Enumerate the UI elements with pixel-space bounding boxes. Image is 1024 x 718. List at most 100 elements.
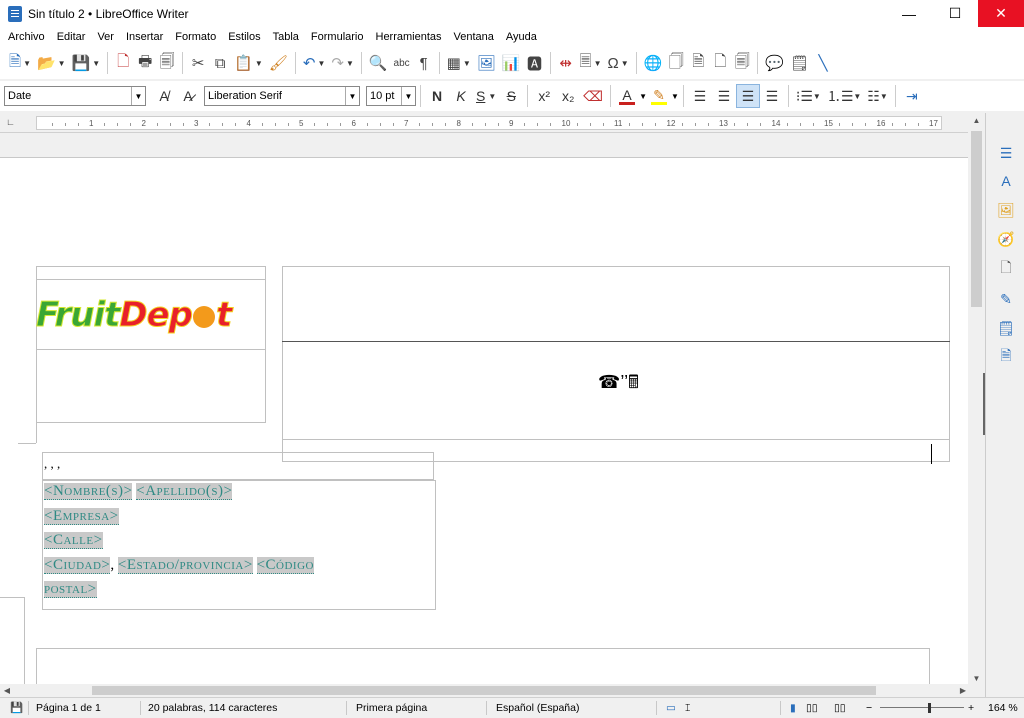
chevron-down-icon[interactable]: ▼ — [671, 92, 679, 101]
align-center-button[interactable]: ☰ — [712, 84, 736, 108]
superscript-button[interactable]: x² — [532, 84, 556, 108]
clear-formatting-button[interactable]: ⌫ — [580, 84, 606, 108]
sidebar-styles-icon[interactable]: A — [996, 171, 1016, 191]
chevron-down-icon[interactable]: ▼ — [131, 87, 145, 105]
field-empresa[interactable]: <Empresa> — [44, 507, 119, 525]
horizontal-scroll-thumb[interactable] — [92, 686, 876, 695]
field-estado[interactable]: <Estado/provincia> — [117, 556, 253, 574]
scroll-up-icon[interactable]: ▲ — [968, 113, 985, 127]
chevron-down-icon[interactable]: ▼ — [345, 87, 359, 105]
insert-endnote-button[interactable]: 🗎 — [687, 50, 709, 76]
field-calle[interactable]: <Calle> — [44, 532, 103, 549]
insert-bookmark-button[interactable]: 🗋 — [709, 50, 731, 76]
ruler-track[interactable]: 1 2 3 4 5 6 7 8 9 10 11 12 13 14 15 16 17 — [36, 116, 942, 130]
highlight-color-button[interactable]: ✎ — [647, 84, 671, 108]
sidebar-properties-icon[interactable]: ☰ — [996, 143, 1016, 163]
sidebar-navigator-icon[interactable]: 🧭 — [996, 229, 1016, 249]
multi-page-view-icon[interactable]: ▯▯ — [806, 698, 818, 718]
scroll-down-icon[interactable]: ▼ — [968, 671, 985, 685]
align-right-button[interactable]: ☰ — [735, 84, 760, 108]
sidebar-inspector-icon[interactable]: 🗎 — [996, 347, 1016, 367]
paragraph-style-select[interactable]: Date ▼ — [4, 86, 146, 106]
zoom-in-button[interactable]: + — [968, 698, 974, 718]
vertical-scroll-thumb[interactable] — [971, 131, 982, 307]
find-replace-button[interactable]: 🔍 — [366, 50, 391, 76]
page-style[interactable]: Primera página — [356, 698, 427, 718]
menu-estilos[interactable]: Estilos — [222, 27, 266, 47]
sidebar-page-icon[interactable]: 🗋 — [996, 259, 1016, 279]
print-preview-button[interactable]: 🗐 — [156, 50, 178, 76]
field-codigo-postal-cont[interactable]: postal> — [44, 581, 97, 598]
open-button[interactable]: 📂 ▼ — [34, 50, 69, 76]
sidebar-design-icon[interactable]: 🗒 — [996, 318, 1016, 338]
tab-stop-selector[interactable]: ∟ — [6, 117, 15, 127]
menu-ver[interactable]: Ver — [91, 27, 120, 47]
formatting-marks-button[interactable]: ¶ — [413, 50, 435, 76]
chevron-down-icon[interactable]: ▼ — [401, 87, 415, 105]
menu-editar[interactable]: Editar — [51, 27, 92, 47]
zoom-out-button[interactable]: − — [866, 698, 872, 718]
text-cursor-icon[interactable]: 𝙸 — [684, 698, 691, 718]
insert-cross-reference-button[interactable]: 🗐 — [731, 50, 753, 76]
menu-archivo[interactable]: Archivo — [2, 27, 51, 47]
ordered-list-button[interactable]: ⒈☰ ▼ — [824, 84, 864, 108]
italic-button[interactable]: K — [449, 84, 473, 108]
insert-chart-button[interactable]: 📊 — [499, 50, 524, 76]
zoom-slider-thumb[interactable] — [928, 703, 931, 713]
bold-button[interactable]: N — [425, 84, 449, 108]
new-style-button[interactable]: A̷ — [176, 84, 200, 108]
insert-line-button[interactable]: ╲ — [812, 50, 834, 76]
insert-footnote-button[interactable]: 🗍 — [665, 50, 687, 76]
align-left-button[interactable]: ☰ — [688, 84, 712, 108]
strikethrough-button[interactable]: S — [499, 84, 523, 108]
single-page-view-icon[interactable]: ▮ — [790, 698, 796, 718]
word-count[interactable]: 20 palabras, 114 caracteres — [148, 698, 277, 718]
chevron-down-icon[interactable]: ▼ — [639, 92, 647, 101]
outline-list-button[interactable]: ☷ ▼ — [864, 84, 890, 108]
font-color-button[interactable]: A — [615, 84, 639, 108]
maximize-button[interactable]: ☐ — [932, 0, 978, 27]
menu-insertar[interactable]: Insertar — [120, 27, 169, 47]
zoom-slider[interactable] — [880, 707, 964, 708]
menu-ventana[interactable]: Ventana — [448, 27, 500, 47]
font-name-select[interactable]: Liberation Serif ▼ — [204, 86, 360, 106]
zoom-level[interactable]: 164 % — [988, 698, 1018, 718]
insert-field-button[interactable]: 🗏 ▼ — [577, 50, 605, 76]
document-canvas[interactable]: FruitDep t ☎︎’’🖩 , , , <Nombre(s)> <Apell… — [0, 134, 968, 684]
horizontal-ruler[interactable]: ∟ 1 2 3 4 5 6 7 8 9 10 11 12 13 14 15 16 17 — [0, 113, 985, 133]
insert-page-break-button[interactable]: ⇹ — [555, 50, 577, 76]
language[interactable]: Español (España) — [496, 698, 579, 718]
selection-mode-icon[interactable]: ▭ — [666, 698, 676, 718]
scroll-left-icon[interactable]: ◀ — [0, 684, 14, 697]
insert-table-button[interactable]: ▦ ▼ — [444, 50, 474, 76]
spelling-button[interactable]: abc — [391, 50, 413, 76]
insert-special-character-button[interactable]: Ω ▼ — [605, 50, 632, 76]
scroll-right-icon[interactable]: ▶ — [956, 684, 970, 697]
paste-button[interactable]: 📋 ▼ — [231, 50, 266, 76]
menu-formato[interactable]: Formato — [169, 27, 222, 47]
undo-button[interactable]: ↶ ▼ — [300, 50, 329, 76]
menu-tabla[interactable]: Tabla — [267, 27, 305, 47]
print-button[interactable]: 🖶 — [134, 50, 156, 76]
insert-hyperlink-button[interactable]: 🌐 — [641, 50, 666, 76]
close-button[interactable]: ✕ — [978, 0, 1024, 27]
page-count[interactable]: Página 1 de 1 — [36, 698, 101, 718]
minimize-button[interactable]: — — [886, 0, 932, 27]
update-style-button[interactable]: A̸ — [152, 84, 176, 108]
sidebar-gallery-icon[interactable]: 🖼 — [996, 200, 1016, 220]
unordered-list-button[interactable]: ⁝☰ ▼ — [793, 84, 824, 108]
track-changes-button[interactable]: 🗒 — [787, 50, 812, 76]
field-nombre[interactable]: <Nombre(s)> — [44, 483, 133, 500]
insert-image-button[interactable]: 🖼 — [474, 50, 499, 76]
export-pdf-button[interactable]: 🗋 — [112, 50, 134, 76]
insert-comment-button[interactable]: 💬 — [762, 50, 787, 76]
save-button[interactable]: 💾 ▼ — [69, 50, 104, 76]
justify-button[interactable]: ☰ — [760, 84, 784, 108]
horizontal-scrollbar[interactable]: ◀ ▶ — [0, 684, 985, 697]
cut-button[interactable]: ✂ — [187, 50, 209, 76]
increase-indent-button[interactable]: ⇥ — [900, 84, 924, 108]
menu-herramientas[interactable]: Herramientas — [370, 27, 448, 47]
copy-button[interactable]: ⧉ — [209, 50, 231, 76]
document-modified-icon[interactable]: 💾 — [10, 698, 23, 718]
menu-formulario[interactable]: Formulario — [305, 27, 370, 47]
